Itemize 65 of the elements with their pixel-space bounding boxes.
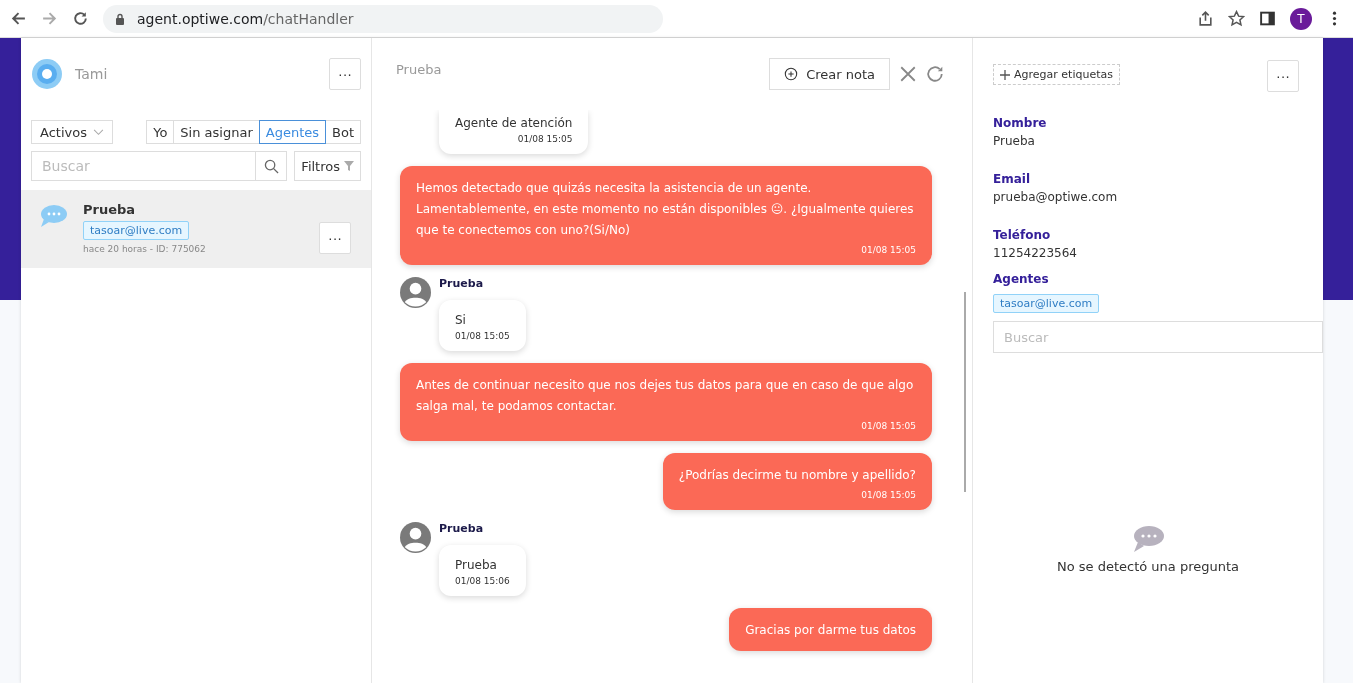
- agent-tag: tasoar@live.com: [993, 294, 1100, 313]
- message-text: Si: [455, 313, 467, 327]
- message-text: Prueba: [455, 558, 498, 572]
- plus-icon: [1000, 69, 1010, 80]
- star-icon[interactable]: [1228, 10, 1245, 27]
- user-avatar-icon: [400, 277, 431, 308]
- filters-button[interactable]: Filtros: [294, 151, 361, 181]
- scrollbar-thumb[interactable]: [964, 292, 966, 492]
- reload-icon[interactable]: [72, 10, 89, 27]
- message-text: Agente de atención: [455, 116, 573, 130]
- search-icon: [263, 158, 279, 174]
- more-button[interactable]: ···: [1267, 60, 1299, 92]
- search-field[interactable]: Buscar: [31, 151, 256, 181]
- chat-bubble-icon: [1131, 525, 1165, 553]
- message-text: Antes de continuar necesito que nos dejes tus datos para que en caso de que algo salga mal, te podamos contactar.: [416, 377, 915, 415]
- add-tags-button[interactable]: Agregar etiquetas: [993, 64, 1120, 85]
- segment-tab[interactable]: Sin asignar: [173, 120, 260, 144]
- message-time: 01/08 15:05: [861, 245, 916, 255]
- more-button[interactable]: ···: [329, 58, 361, 90]
- share-icon[interactable]: [1197, 10, 1214, 27]
- message-text: Hemos detectado que quizás necesita la asistencia de un agente. Lamentablemente, en este momento no están disponibles 😐. ¿Igualmente quieres que te conectemos con uno?(Si/No): [416, 180, 915, 239]
- segment-tab[interactable]: Yo: [146, 120, 175, 144]
- funnel-icon: [344, 161, 354, 171]
- refresh-icon[interactable]: [926, 65, 944, 83]
- sidebar-icon[interactable]: [1259, 10, 1276, 27]
- message-text: ¿Podrías decirme tu nombre y apellido?: [678, 467, 916, 484]
- logo-icon: [31, 58, 63, 90]
- segment-tab[interactable]: Bot: [325, 120, 361, 144]
- chevron-down-icon: [92, 128, 104, 136]
- field-value: Prueba: [993, 134, 1036, 148]
- search-button[interactable]: [255, 151, 288, 181]
- conversation-meta: hace 20 horas - ID: 775062: [83, 244, 206, 254]
- field-label: Teléfono: [993, 228, 1052, 242]
- plus-circle-icon: [784, 67, 799, 81]
- sender-name: Prueba: [439, 277, 484, 290]
- segment-tab[interactable]: Agentes: [258, 120, 326, 144]
- close-icon[interactable]: [899, 65, 917, 83]
- field-label: Email: [993, 172, 1032, 186]
- sender-name: Prueba: [439, 522, 484, 535]
- message-text: Gracias por darme tus datos: [745, 622, 916, 639]
- empty-state-text: No se detectó una pregunta: [1056, 559, 1240, 574]
- message-time: 01/08 15:06: [455, 576, 510, 586]
- chat-bubble-icon: [39, 204, 67, 228]
- create-note-button[interactable]: Crear nota: [769, 58, 890, 90]
- address-bar[interactable]: agent.optiwe.com/chatHandler: [103, 4, 663, 33]
- agent-search-field[interactable]: Buscar: [993, 321, 1323, 353]
- field-value: prueba@optiwe.com: [993, 190, 1118, 204]
- message-time: 01/08 15:05: [861, 421, 916, 431]
- more-button[interactable]: ···: [319, 222, 351, 254]
- conversation-item[interactable]: Prueba tasoar@live.com hace 20 horas - ID: 775062 ···: [21, 190, 371, 268]
- contact-name: Prueba: [83, 202, 136, 217]
- field-label: Agentes: [993, 272, 1049, 286]
- chat-title: Prueba: [396, 62, 443, 77]
- message-time: 01/08 15:05: [517, 134, 573, 144]
- back-icon[interactable]: [10, 10, 27, 27]
- user-avatar-icon: [400, 522, 431, 553]
- message-time: 01/08 15:05: [861, 490, 916, 500]
- profile-avatar[interactable]: T: [1290, 7, 1312, 30]
- status-dropdown[interactable]: Activos: [31, 120, 113, 144]
- field-value: 11254223564: [993, 246, 1077, 260]
- lock-icon: [115, 12, 125, 25]
- field-label: Nombre: [993, 116, 1047, 130]
- agent-tag: tasoar@live.com: [83, 221, 190, 240]
- message-time: 01/08 15:05: [455, 331, 510, 341]
- brand-name: Tami: [75, 66, 109, 82]
